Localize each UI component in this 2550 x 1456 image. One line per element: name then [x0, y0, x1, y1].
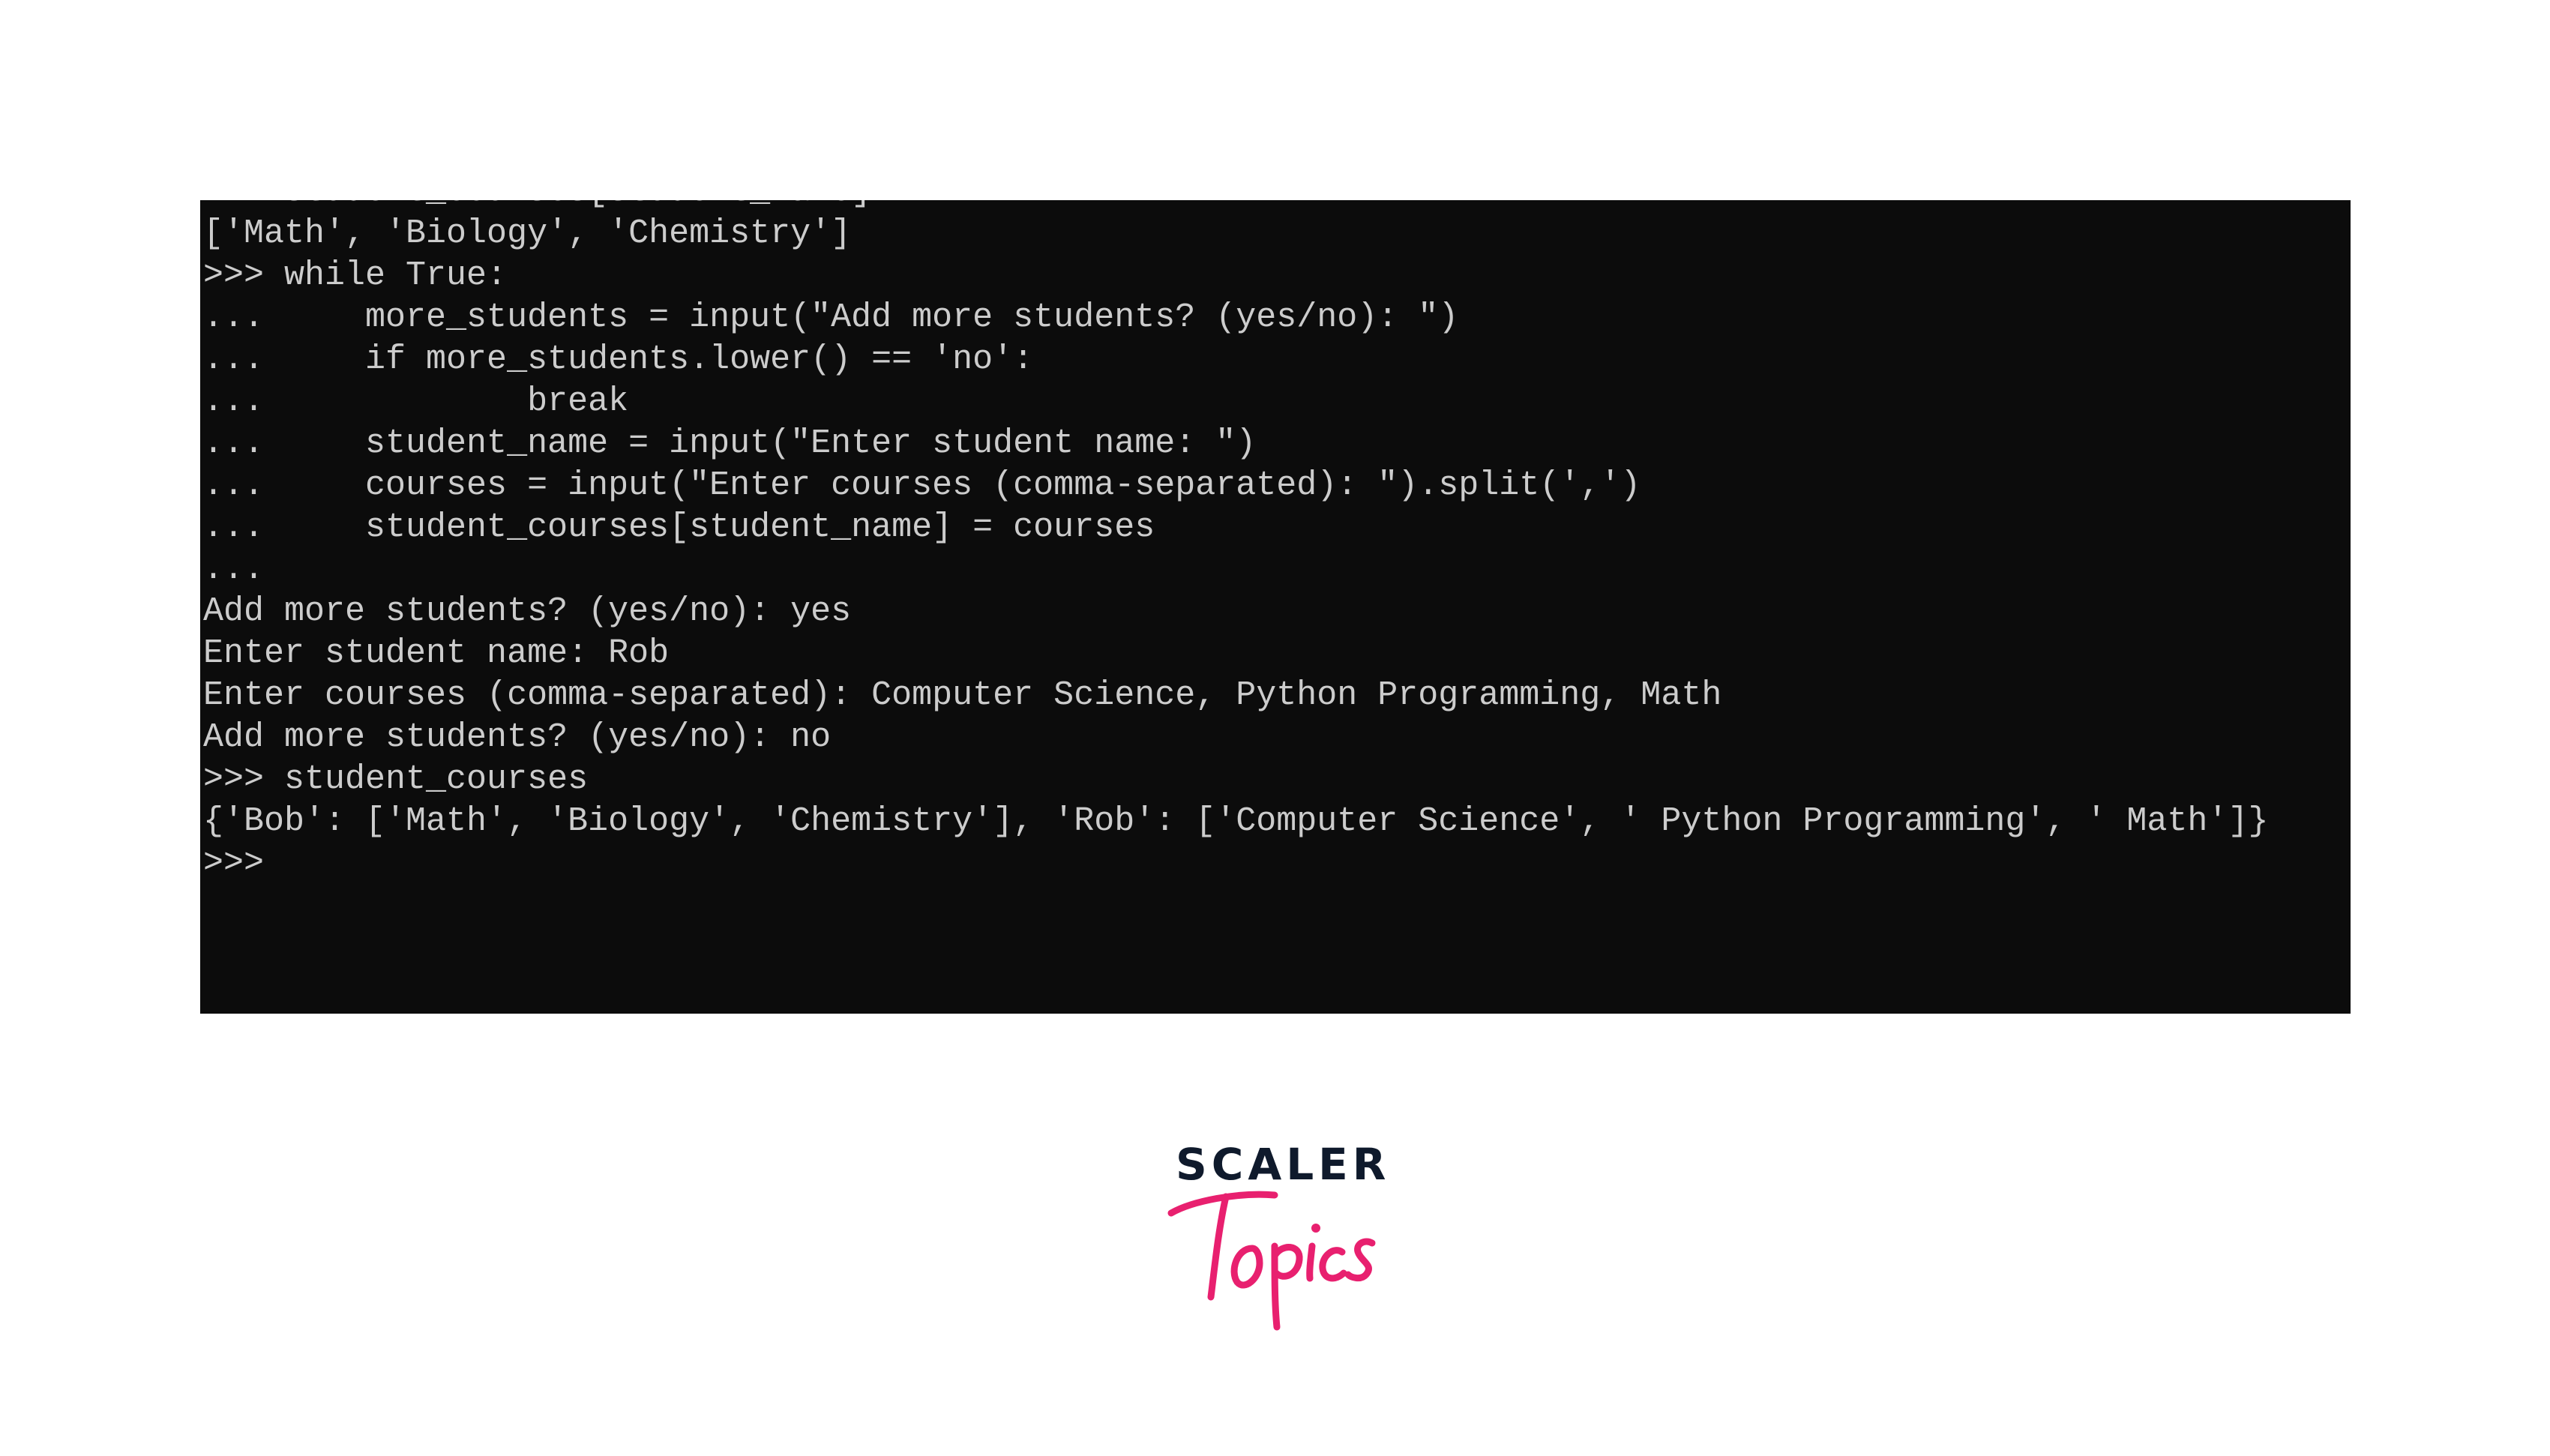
terminal-line: >>> while True: [203, 256, 508, 295]
terminal-line: {'Bob': ['Math', 'Biology', 'Chemistry']… [203, 802, 2269, 840]
terminal-line: >>> student_courses [203, 760, 589, 798]
scaler-topics-logo: SCALER [1155, 1132, 1395, 1335]
terminal-prompt[interactable]: >>> [203, 843, 2268, 885]
terminal-line: Enter student name: Rob [203, 634, 670, 673]
terminal-line: ['Math', 'Biology', 'Chemistry'] [203, 214, 852, 253]
terminal-line: ... student_courses[student_name] = cour… [203, 508, 1155, 547]
logo-brand-text: SCALER [1176, 1139, 1391, 1190]
logo-topics-script [1167, 1191, 1376, 1331]
terminal-window[interactable]: student_courses[student_name] ['Math', '… [200, 200, 2351, 1014]
terminal-output: student_courses[student_name] ['Math', '… [203, 200, 2268, 885]
terminal-line: ... [203, 550, 265, 589]
terminal-line: Add more students? (yes/no): yes [203, 592, 852, 631]
terminal-line: Add more students? (yes/no): no [203, 718, 832, 756]
terminal-line: ... student_name = input("Enter student … [203, 424, 1257, 463]
terminal-line: ... more_students = input("Add more stud… [203, 298, 1459, 337]
terminal-line: ... courses = input("Enter courses (comm… [203, 466, 1641, 505]
terminal-line: ... break [203, 382, 629, 421]
terminal-line: ... if more_students.lower() == 'no': [203, 340, 1034, 379]
terminal-line: student_courses[student_name] [203, 200, 2268, 213]
terminal-line: Enter courses (comma-separated): Compute… [203, 676, 1722, 715]
